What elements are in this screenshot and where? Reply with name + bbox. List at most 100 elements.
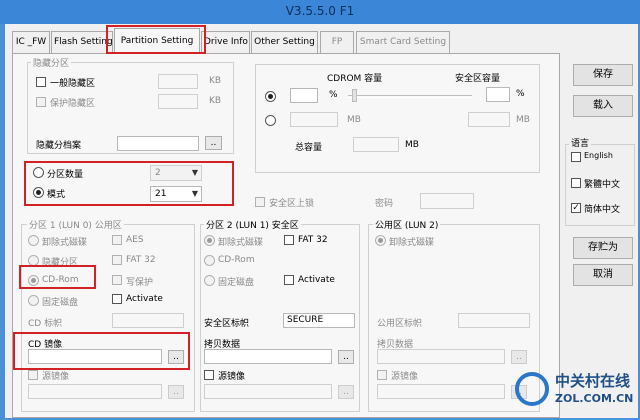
p2-secure-label-label: 安全区标帜 <box>204 319 250 329</box>
p1-removable-label: 卸除式磁碟 <box>42 238 88 248</box>
tab-ic-fw[interactable]: IC _FW <box>12 31 50 53</box>
password-input[interactable] <box>420 193 474 209</box>
tab-smart-card-setting[interactable]: Smart Card Setting <box>356 31 450 53</box>
cdrom-mb-input[interactable] <box>290 112 338 127</box>
p1-source-image-browse-button[interactable]: .. <box>168 385 184 399</box>
p1-fixed-radio[interactable] <box>28 295 39 306</box>
p2-activate-checkbox[interactable] <box>284 275 294 285</box>
p2-fat32-label: FAT 32 <box>298 235 328 245</box>
mode-radio[interactable] <box>33 187 44 198</box>
tab-flash-setting[interactable]: Flash Setting <box>51 31 113 53</box>
secure-percent-input[interactable] <box>486 87 510 102</box>
secure-percent-unit: % <box>516 89 525 99</box>
p1-source-image-checkbox[interactable] <box>28 370 38 380</box>
cdrom-percent-input[interactable] <box>290 88 318 103</box>
english-checkbox[interactable] <box>571 152 581 162</box>
tab-fp[interactable]: FP <box>320 31 354 53</box>
general-hidden-size-input[interactable] <box>158 74 198 89</box>
hidden-file-label: 隐藏分档案 <box>36 141 82 151</box>
secure-capacity-label: 安全区容量 <box>455 74 501 84</box>
public-copy-data-input[interactable] <box>377 349 505 364</box>
general-hidden-label: 一般隐藏区 <box>50 79 96 89</box>
p1-activate-checkbox[interactable] <box>112 294 122 304</box>
mode-value: 21 <box>155 189 167 199</box>
secure-lock-label: 安全区上锁 <box>269 199 315 209</box>
p2-removable-label: 卸除式磁碟 <box>218 238 264 248</box>
public-label-input[interactable] <box>458 313 530 328</box>
tab-other-setting[interactable]: Other Setting <box>251 31 318 53</box>
protected-hidden-size-input[interactable] <box>158 94 198 109</box>
p2-cdrom-radio[interactable] <box>204 255 215 266</box>
watermark-text: 中关村在线 <box>555 372 631 390</box>
zol-logo-icon <box>515 372 549 406</box>
total-capacity-input[interactable] <box>353 137 399 152</box>
partition-count-radio[interactable] <box>33 167 44 178</box>
partition1-group-label: 分区 1 (LUN 0) 公用区 <box>27 218 124 231</box>
public-source-image-checkbox[interactable] <box>377 370 387 380</box>
secure-mb-unit: MB <box>516 115 530 125</box>
public-label-label: 公用区标帜 <box>377 319 423 329</box>
save-as-button[interactable]: 存贮为 <box>573 237 633 259</box>
p1-fixed-label: 固定磁盘 <box>42 298 79 308</box>
p1-hidden-label: 隐藏分区 <box>42 258 79 268</box>
capacity-slider-thumb[interactable] <box>352 89 357 102</box>
total-capacity-label: 总容量 <box>295 143 323 153</box>
p1-aes-label: AES <box>126 235 144 245</box>
mb-mode-radio[interactable] <box>265 115 276 126</box>
check-icon: ✓ <box>572 203 580 213</box>
p2-fixed-radio[interactable] <box>204 275 215 286</box>
p1-write-protect-checkbox[interactable] <box>112 275 122 285</box>
public-removable-radio[interactable] <box>375 235 386 246</box>
p1-cd-image-input[interactable] <box>28 349 162 364</box>
public-source-image-input[interactable] <box>377 384 505 399</box>
tab-partition-setting[interactable]: Partition Setting <box>114 28 200 54</box>
public-area-group-label: 公用区 (LUN 2) <box>373 218 441 231</box>
p1-cd-label-input[interactable] <box>112 313 184 328</box>
p1-cdrom-radio[interactable] <box>28 275 39 286</box>
hidden-partition-group-label: 隐藏分区 <box>31 56 72 69</box>
p1-cd-image-browse-button[interactable]: .. <box>168 350 184 364</box>
p2-secure-label-input[interactable]: SECURE <box>283 313 355 328</box>
p2-copy-data-browse-button[interactable]: .. <box>338 350 354 364</box>
tab-drive-info[interactable]: Drive Info <box>201 31 250 53</box>
protected-hidden-checkbox[interactable] <box>36 97 46 107</box>
p2-removable-radio[interactable] <box>204 235 215 246</box>
p1-removable-radio[interactable] <box>28 235 39 246</box>
save-button[interactable]: 保存 <box>573 64 633 86</box>
p1-aes-checkbox[interactable] <box>112 235 122 245</box>
general-hidden-unit: KB <box>209 76 222 86</box>
public-removable-label: 卸除式磁碟 <box>389 238 435 248</box>
simplified-chinese-checkbox[interactable]: ✓ <box>571 203 581 213</box>
general-hidden-checkbox[interactable] <box>36 77 46 87</box>
p2-source-image-checkbox[interactable] <box>204 370 214 380</box>
p2-copy-data-input[interactable] <box>204 349 332 364</box>
traditional-chinese-checkbox[interactable] <box>571 178 581 188</box>
english-label: English <box>584 151 613 160</box>
percent-mode-radio[interactable] <box>265 91 276 102</box>
total-capacity-unit: MB <box>405 140 419 150</box>
partition-count-select[interactable]: 2 ▼ <box>150 165 202 181</box>
secure-lock-checkbox[interactable] <box>255 197 265 207</box>
public-copy-data-browse-button[interactable]: .. <box>511 350 527 364</box>
p1-cd-label-label: CD 标帜 <box>28 319 63 329</box>
p2-source-image-browse-button[interactable]: .. <box>338 385 354 399</box>
p1-fat32-checkbox[interactable] <box>112 255 122 265</box>
partition2-group-label: 分区 2 (LUN 1) 安全区 <box>204 218 301 231</box>
p1-hidden-radio[interactable] <box>28 255 39 266</box>
p2-fixed-label: 固定磁盘 <box>218 278 255 288</box>
p2-activate-label: Activate <box>298 275 335 285</box>
capacity-slider-track[interactable] <box>348 95 472 98</box>
cancel-button[interactable]: 取消 <box>573 264 633 286</box>
p1-activate-label: Activate <box>126 294 163 304</box>
hidden-file-browse-button[interactable]: .. <box>205 136 222 150</box>
p2-fat32-checkbox[interactable] <box>284 235 294 245</box>
p1-source-image-input[interactable] <box>28 384 162 399</box>
p2-source-image-input[interactable] <box>204 384 332 399</box>
mode-select[interactable]: 21 ▼ <box>150 186 202 202</box>
mode-label: 模式 <box>47 190 66 200</box>
hidden-file-input[interactable] <box>117 136 199 151</box>
p1-cdrom-label: CD-Rom <box>42 275 79 285</box>
load-button[interactable]: 载入 <box>573 95 633 117</box>
p2-cdrom-label: CD-Rom <box>218 255 255 265</box>
secure-mb-input[interactable] <box>468 112 510 127</box>
